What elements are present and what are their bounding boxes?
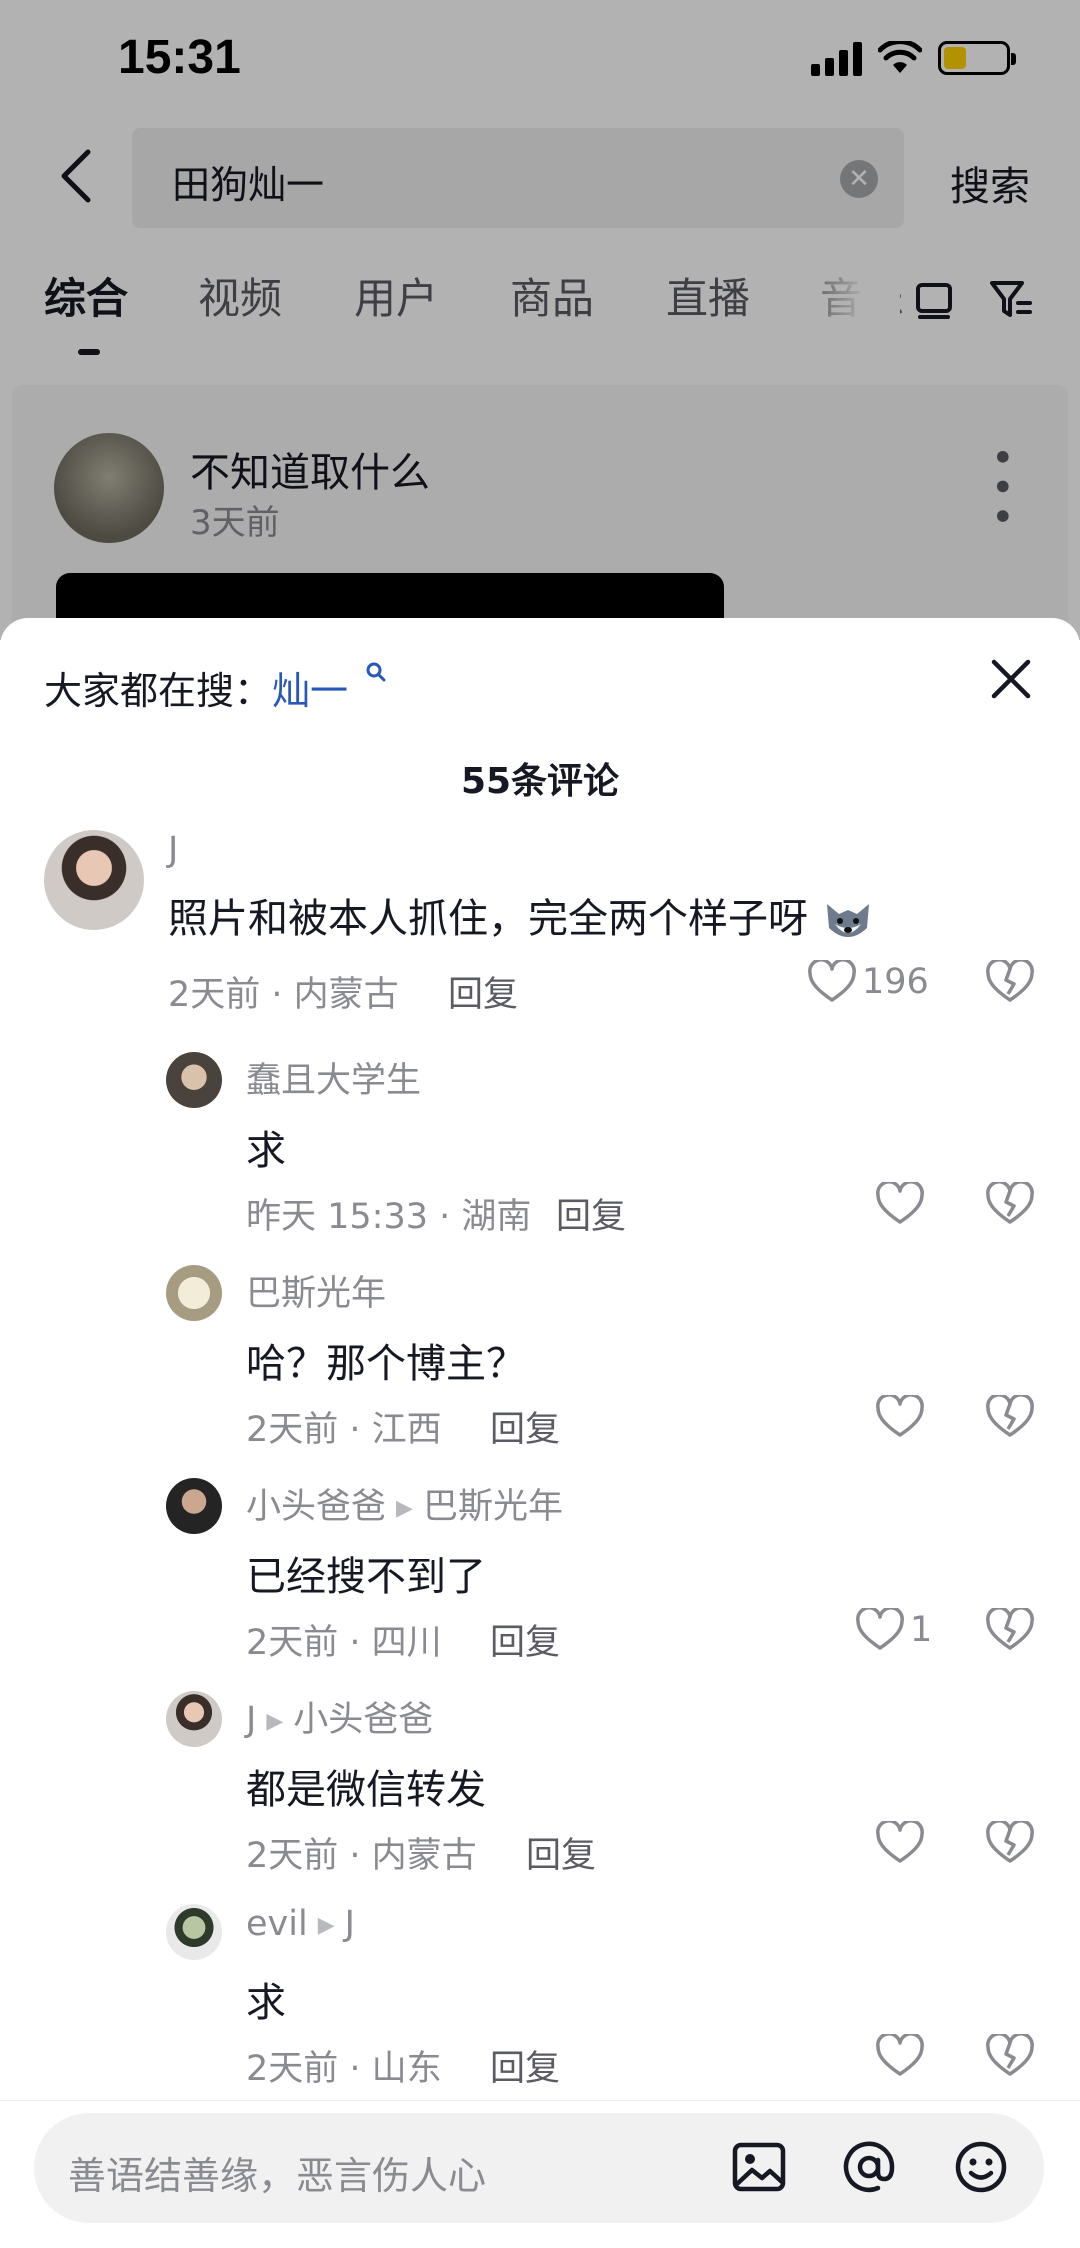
comment-username[interactable]: 巴斯光年 [246,1265,386,1316]
broken-heart-icon[interactable] [986,960,1034,1004]
reply-button[interactable]: 回复 [556,1188,626,1239]
reply-arrow-icon: ▶ [266,1708,284,1734]
comment-username[interactable]: 蠢且大学生 [246,1052,421,1103]
broken-heart-icon[interactable] [986,1608,1034,1652]
like-count: 196 [862,962,929,1002]
reply-arrow-icon: ▶ [317,1912,335,1938]
reply-arrow-icon: ▶ [396,1495,413,1521]
heart-icon [856,1608,904,1650]
image-icon[interactable] [730,2138,788,2196]
comment-input-placeholder: 善语结善缘，恶言伤人心 [68,2154,487,2198]
reply-button[interactable]: 回复 [526,1827,596,1878]
comment-input-bar: 善语结善缘，恶言伤人心 [0,2100,1080,2248]
broken-heart-icon[interactable] [986,2034,1034,2078]
reply-item: 蠢且大学生 求 昨天 15:33 · 湖南 回复 [0,1036,1080,1239]
comment-item: J 照片和被本人抓住，完全两个样子呀 2天前 · 内蒙古 回复 196 [0,830,1080,1030]
comment-username[interactable]: J [168,830,178,870]
heart-icon [876,1821,924,1863]
avatar[interactable] [166,1052,222,1108]
hot-search-bar[interactable]: 大家都在搜：灿一 [44,660,388,715]
comment-text: 都是微信转发 [246,1767,486,1813]
like-button[interactable] [876,1182,930,1226]
comment-text: 求 [246,1980,286,2026]
hot-search-keyword[interactable]: 灿一 [272,669,348,713]
comment-count: 55条评论 [460,761,620,802]
reply-item: J ▶ 小头爸爸 都是微信转发 2天前 · 内蒙古 回复 [0,1675,1080,1878]
comment-username: evil ▶ J [246,1904,355,1944]
heart-icon [876,2034,924,2076]
avatar[interactable] [166,1478,222,1534]
heart-icon [876,1395,924,1437]
comment-meta: 2天前 · 江西 [246,1410,442,1450]
reply-button[interactable]: 回复 [490,2040,560,2091]
comment-meta: 2天前 · 内蒙古 [168,975,399,1015]
reply-item: 小头爸爸 ▶ 巴斯光年 已经搜不到了 2天前 · 四川 回复 1 [0,1462,1080,1665]
comment-meta: 2天前 · 山东 [246,2049,442,2089]
at-icon[interactable] [840,2138,898,2196]
broken-heart-icon[interactable] [986,1182,1034,1226]
reply-item: 巴斯光年 哈？那个博主？ 2天前 · 江西 回复 [0,1249,1080,1452]
close-icon[interactable] [988,656,1034,702]
like-button[interactable] [876,1821,930,1865]
comment-input[interactable]: 善语结善缘，恶言伤人心 [34,2113,1044,2223]
avatar[interactable] [44,830,144,930]
emoji-icon[interactable] [952,2138,1010,2196]
comment-meta: 2天前 · 四川 [246,1623,442,1663]
avatar[interactable] [166,1265,222,1321]
reply-item: evil ▶ J 求 2天前 · 山东 回复 [0,1888,1080,2091]
hot-search-prefix: 大家都在搜： [44,669,273,713]
avatar[interactable] [166,1904,222,1960]
like-count: 1 [910,1610,933,1650]
comment-username: 小头爸爸 ▶ 巴斯光年 [246,1487,563,1527]
comment-text: 已经搜不到了 [246,1554,486,1600]
wolf-emoji-icon [826,904,869,937]
avatar[interactable] [166,1691,222,1747]
reply-button[interactable]: 回复 [490,1614,560,1665]
like-button[interactable]: 196 [808,960,929,1004]
comment-sheet: 大家都在搜：灿一 55条评论 J 照片和被本人抓住，完全两个样子呀 2天前 · … [0,618,1080,2247]
broken-heart-icon[interactable] [986,1821,1034,1865]
broken-heart-icon[interactable] [986,1395,1034,1439]
comment-meta: 昨天 15:33 · 湖南 [246,1197,532,1237]
reply-button[interactable]: 回复 [490,1401,560,1452]
comment-username: J ▶ 小头爸爸 [246,1700,434,1740]
like-button[interactable] [876,1395,930,1439]
reply-button[interactable]: 回复 [448,966,518,1017]
heart-icon [876,1182,924,1224]
heart-icon [808,960,856,1002]
comment-text: 哈？那个博主？ [246,1341,526,1387]
comment-meta: 2天前 · 内蒙古 [246,1836,477,1876]
sheet-backdrop[interactable] [0,0,1080,640]
comment-text: 照片和被本人抓住，完全两个样子呀 [168,886,875,948]
like-button[interactable] [876,2034,930,2078]
like-button[interactable]: 1 [856,1608,932,1652]
comment-text: 求 [246,1128,286,1174]
search-icon [366,662,386,682]
